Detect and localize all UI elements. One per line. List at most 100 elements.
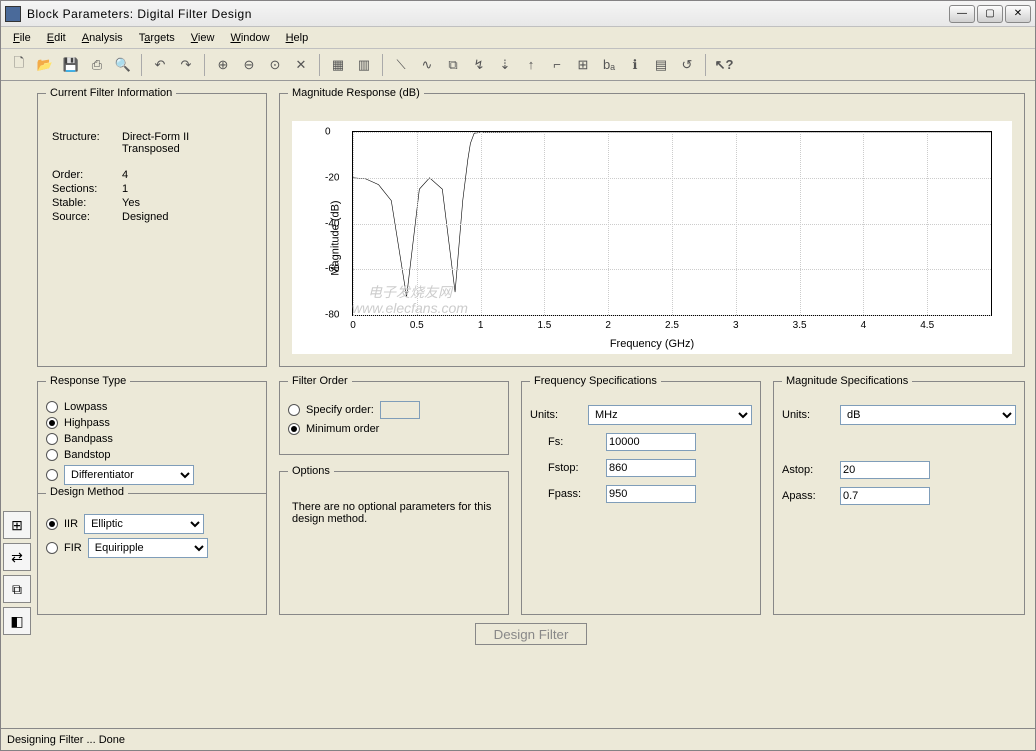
full-view-icon[interactable]: ▥ bbox=[352, 53, 376, 77]
print-preview-icon[interactable]: 🔍 bbox=[111, 53, 135, 77]
label-bandpass: Bandpass bbox=[64, 433, 113, 445]
label-highpass: Highpass bbox=[64, 417, 110, 429]
open-icon[interactable]: 📂 bbox=[33, 53, 57, 77]
fpass-input[interactable] bbox=[606, 485, 696, 503]
radio-diff[interactable] bbox=[46, 469, 58, 481]
fstop-label: Fstop: bbox=[548, 462, 596, 474]
mag-resp-icon[interactable]: ⟍ bbox=[389, 53, 413, 77]
astop-input[interactable] bbox=[840, 461, 930, 479]
order-value: 4 bbox=[122, 169, 128, 181]
radio-highpass[interactable] bbox=[46, 417, 58, 429]
zoom-in-icon[interactable]: ⊕ bbox=[211, 53, 235, 77]
zoom-fit-icon[interactable]: ⊙ bbox=[263, 53, 287, 77]
side-icon-1[interactable]: ⊞ bbox=[3, 511, 31, 539]
phasedelay-icon[interactable]: ⇣ bbox=[493, 53, 517, 77]
options-text: There are no optional parameters for thi… bbox=[288, 487, 500, 539]
statusbar: Designing Filter ... Done bbox=[1, 728, 1035, 750]
source-value: Designed bbox=[122, 211, 168, 223]
source-label: Source: bbox=[52, 211, 122, 223]
freq-spec-legend: Frequency Specifications bbox=[530, 375, 661, 387]
status-text: Designing Filter ... Done bbox=[7, 734, 125, 746]
fs-input[interactable] bbox=[606, 433, 696, 451]
freq-units-select[interactable]: MHz bbox=[588, 405, 752, 425]
mag-units-select[interactable]: dB bbox=[840, 405, 1016, 425]
stable-label: Stable: bbox=[52, 197, 122, 209]
apass-label: Apass: bbox=[782, 490, 830, 502]
specify-order-input bbox=[380, 401, 420, 419]
side-icon-4[interactable]: ◧ bbox=[3, 607, 31, 635]
minimize-button[interactable]: — bbox=[949, 5, 975, 23]
label-minimum-order: Minimum order bbox=[306, 423, 379, 435]
radio-specify-order[interactable] bbox=[288, 404, 300, 416]
design-method-legend: Design Method bbox=[46, 486, 128, 498]
sections-value: 1 bbox=[122, 183, 128, 195]
side-icon-3[interactable]: ⧉ bbox=[3, 575, 31, 603]
zoom-out-icon[interactable]: ⊖ bbox=[237, 53, 261, 77]
fstop-input[interactable] bbox=[606, 459, 696, 477]
mag-spec-panel: Magnitude Specifications Units: dB Astop… bbox=[773, 375, 1025, 615]
spec-icon[interactable]: ▤ bbox=[649, 53, 673, 77]
options-panel: Options There are no optional parameters… bbox=[279, 465, 509, 615]
response-type-panel: Response Type Lowpass Highpass Bandpass … bbox=[37, 375, 267, 615]
radio-bandstop[interactable] bbox=[46, 449, 58, 461]
order-label: Order: bbox=[52, 169, 122, 181]
radio-iir[interactable] bbox=[46, 518, 58, 530]
radio-minimum-order[interactable] bbox=[288, 423, 300, 435]
maximize-button[interactable]: ▢ bbox=[977, 5, 1003, 23]
help-icon[interactable]: ↖? bbox=[712, 53, 736, 77]
window-title: Block Parameters: Digital Filter Design bbox=[27, 7, 949, 21]
iir-select[interactable]: Elliptic bbox=[84, 514, 204, 534]
sections-label: Sections: bbox=[52, 183, 122, 195]
apass-input[interactable] bbox=[840, 487, 930, 505]
menu-analysis[interactable]: Analysis bbox=[76, 30, 129, 46]
menu-view[interactable]: View bbox=[185, 30, 221, 46]
menu-edit[interactable]: Edit bbox=[41, 30, 72, 46]
print-icon[interactable]: ⎙ bbox=[85, 53, 109, 77]
structure-label: Structure: bbox=[52, 131, 122, 155]
menubar: File Edit Analysis Targets View Window H… bbox=[1, 27, 1035, 49]
menu-help[interactable]: Help bbox=[280, 30, 315, 46]
design-filter-button[interactable]: Design Filter bbox=[475, 623, 588, 645]
undo-icon[interactable]: ↶ bbox=[148, 53, 172, 77]
label-specify-order: Specify order: bbox=[306, 404, 374, 416]
polezero-icon[interactable]: ⊞ bbox=[571, 53, 595, 77]
coeffs-icon[interactable]: bₐ bbox=[597, 53, 621, 77]
astop-label: Astop: bbox=[782, 464, 830, 476]
radio-lowpass[interactable] bbox=[46, 401, 58, 413]
freq-spec-panel: Frequency Specifications Units: MHz Fs: … bbox=[521, 375, 761, 615]
radio-bandpass[interactable] bbox=[46, 433, 58, 445]
impulse-icon[interactable]: ↑ bbox=[519, 53, 543, 77]
filter-realize-icon[interactable]: ▦ bbox=[326, 53, 350, 77]
magphase-icon[interactable]: ⧉ bbox=[441, 53, 465, 77]
label-fir: FIR bbox=[64, 542, 82, 554]
close-button[interactable]: ✕ bbox=[1005, 5, 1031, 23]
menu-file[interactable]: File bbox=[7, 30, 37, 46]
response-type-legend: Response Type bbox=[46, 375, 130, 387]
units-label: Units: bbox=[530, 409, 578, 421]
info-icon[interactable]: ℹ bbox=[623, 53, 647, 77]
side-icon-2[interactable]: ⇄ bbox=[3, 543, 31, 571]
diff-select[interactable]: Differentiator bbox=[64, 465, 194, 485]
menu-targets[interactable]: Targets bbox=[133, 30, 181, 46]
step-icon[interactable]: ⌐ bbox=[545, 53, 569, 77]
menu-window[interactable]: Window bbox=[224, 30, 275, 46]
current-filter-info-legend: Current Filter Information bbox=[46, 87, 176, 99]
app-icon bbox=[5, 6, 21, 22]
fir-select[interactable]: Equiripple bbox=[88, 538, 208, 558]
new-icon[interactable]: 🗋 bbox=[7, 53, 31, 77]
phase-resp-icon[interactable]: ∿ bbox=[415, 53, 439, 77]
plot-area: Magnitude (dB) Frequency (GHz) 00.511.52… bbox=[292, 121, 1012, 354]
label-lowpass: Lowpass bbox=[64, 401, 107, 413]
radio-fir[interactable] bbox=[46, 542, 58, 554]
label-bandstop: Bandstop bbox=[64, 449, 110, 461]
fs-label: Fs: bbox=[548, 436, 596, 448]
stable-value: Yes bbox=[122, 197, 140, 209]
redo-icon[interactable]: ↷ bbox=[174, 53, 198, 77]
groupdelay-icon[interactable]: ↯ bbox=[467, 53, 491, 77]
round-icon[interactable]: ↺ bbox=[675, 53, 699, 77]
filter-order-legend: Filter Order bbox=[288, 375, 352, 387]
save-icon[interactable]: 💾 bbox=[59, 53, 83, 77]
zoom-xy-icon[interactable]: ✕ bbox=[289, 53, 313, 77]
structure-value: Direct-Form IITransposed bbox=[122, 131, 189, 155]
label-iir: IIR bbox=[64, 518, 78, 530]
